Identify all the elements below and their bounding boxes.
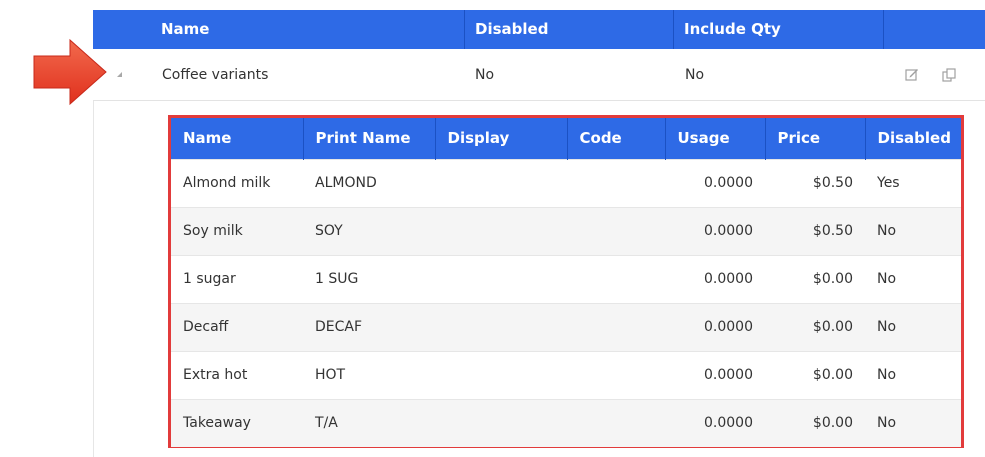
cell-disabled: Yes: [865, 158, 961, 207]
cell-print-name: T/A: [303, 398, 435, 447]
cell-display: [435, 206, 567, 255]
cell-code: [567, 254, 665, 303]
cell-usage: 0.0000: [665, 158, 765, 207]
table-row[interactable]: Decaff DECAF 0.0000 $0.00 No: [171, 302, 961, 351]
cell-code: [567, 350, 665, 399]
cell-disabled: No: [865, 254, 961, 303]
cell-disabled: No: [865, 350, 961, 399]
cell-print-name: HOT: [303, 350, 435, 399]
collapse-arrow-icon[interactable]: [117, 72, 122, 77]
cell-price: $0.00: [765, 302, 865, 351]
expansion-guide-line: [93, 101, 94, 457]
cell-price: $0.50: [765, 206, 865, 255]
cell-name: 1 sugar: [171, 254, 303, 303]
cell-disabled: No: [865, 302, 961, 351]
row-name: Coffee variants: [162, 67, 269, 83]
col-header-usage[interactable]: Usage: [665, 118, 766, 159]
edit-icon[interactable]: [905, 68, 919, 81]
col-header-price[interactable]: Price: [765, 118, 866, 159]
copy-icon[interactable]: [942, 68, 957, 82]
cell-price: $0.00: [765, 398, 865, 447]
cell-print-name: ALMOND: [303, 158, 435, 207]
table-row[interactable]: Soy milk SOY 0.0000 $0.50 No: [171, 206, 961, 255]
variants-header-row: Name Print Name Display Code Usage Price…: [171, 118, 961, 159]
outer-table-row[interactable]: Coffee variants No No: [93, 50, 985, 101]
cell-price: $0.50: [765, 158, 865, 207]
table-row[interactable]: 1 sugar 1 SUG 0.0000 $0.00 No: [171, 254, 961, 303]
cell-code: [567, 302, 665, 351]
col-header-disabled[interactable]: Disabled: [865, 118, 961, 159]
cell-display: [435, 254, 567, 303]
col-header-code[interactable]: Code: [567, 118, 666, 159]
cell-name: Extra hot: [171, 350, 303, 399]
cell-usage: 0.0000: [665, 302, 765, 351]
cell-name: Decaff: [171, 302, 303, 351]
col-header-name[interactable]: Name: [171, 118, 304, 159]
cell-display: [435, 350, 567, 399]
cell-name: Takeaway: [171, 398, 303, 447]
cell-price: $0.00: [765, 254, 865, 303]
col-header-print-name[interactable]: Print Name: [303, 118, 436, 159]
cell-price: $0.00: [765, 350, 865, 399]
table-row[interactable]: Extra hot HOT 0.0000 $0.00 No: [171, 350, 961, 399]
cell-display: [435, 158, 567, 207]
col-header-disabled[interactable]: Disabled: [465, 20, 548, 38]
cell-usage: 0.0000: [665, 350, 765, 399]
row-disabled: No: [475, 67, 495, 83]
cell-name: Almond milk: [171, 158, 303, 207]
table-row[interactable]: Takeaway T/A 0.0000 $0.00 No: [171, 398, 961, 447]
cell-print-name: SOY: [303, 206, 435, 255]
cell-code: [567, 158, 665, 207]
outer-table-header: Name Disabled Include Qty: [93, 10, 985, 49]
cell-disabled: No: [865, 206, 961, 255]
cell-display: [435, 398, 567, 447]
table-row[interactable]: Almond milk ALMOND 0.0000 $0.50 Yes: [171, 158, 961, 207]
col-header-display[interactable]: Display: [435, 118, 568, 159]
cell-print-name: DECAF: [303, 302, 435, 351]
cell-print-name: 1 SUG: [303, 254, 435, 303]
cell-name: Soy milk: [171, 206, 303, 255]
cell-usage: 0.0000: [665, 254, 765, 303]
cell-display: [435, 302, 567, 351]
variants-table: Name Print Name Display Code Usage Price…: [168, 115, 964, 448]
cell-usage: 0.0000: [665, 206, 765, 255]
cell-code: [567, 398, 665, 447]
cell-disabled: No: [865, 398, 961, 447]
col-header-name[interactable]: Name: [151, 20, 209, 38]
row-include-qty: No: [685, 67, 705, 83]
cell-code: [567, 206, 665, 255]
col-header-include-qty[interactable]: Include Qty: [674, 20, 781, 38]
cell-usage: 0.0000: [665, 398, 765, 447]
